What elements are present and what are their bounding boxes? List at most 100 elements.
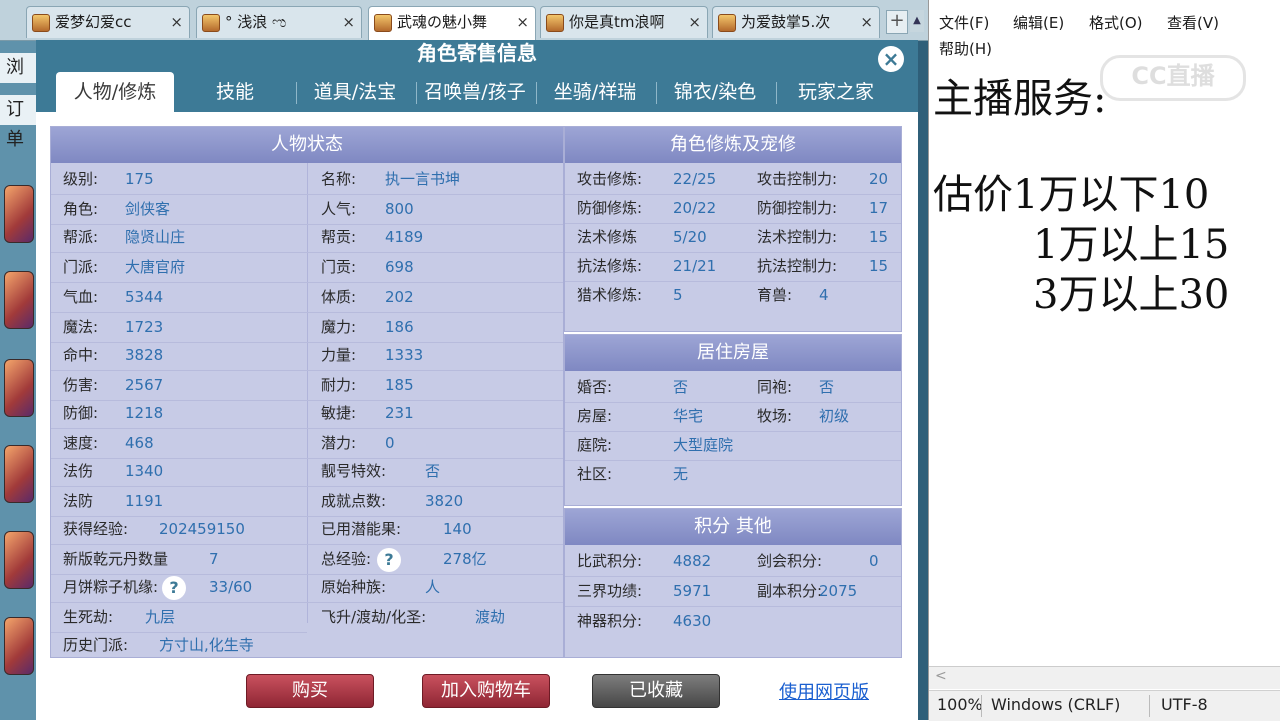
row-divider xyxy=(51,252,307,253)
tab-player-home[interactable]: 玩家之家 xyxy=(774,72,898,112)
row-divider xyxy=(565,576,901,577)
browser-tab-4[interactable]: 为爱鼓掌5.次 × xyxy=(712,6,880,38)
notepad-window: 文件(F) 编辑(E) 格式(O) 查看(V) 帮助(H) 主播服务: 估价1万… xyxy=(928,0,1280,721)
add-to-cart-button[interactable]: 加入购物车 xyxy=(422,674,550,708)
stat-value: 4630 xyxy=(673,612,712,630)
status-label: 生死劫: xyxy=(63,608,114,626)
tab-pets-children[interactable]: 召唤兽/孩子 xyxy=(416,72,534,112)
status-row-left: 魔法: 1723 xyxy=(63,315,163,339)
new-tab-button[interactable]: + xyxy=(886,10,908,34)
stat-label: 法术控制力: xyxy=(757,228,838,246)
character-avatar-icon xyxy=(374,14,392,32)
tab-mounts[interactable]: 坐骑/祥瑞 xyxy=(536,72,654,112)
status-row-right: 力量: 1333 xyxy=(321,343,423,367)
status-value: 3828 xyxy=(125,346,164,364)
row-divider xyxy=(307,312,563,313)
tab-character-cultivation[interactable]: 人物/修炼 xyxy=(56,72,174,112)
row-divider xyxy=(307,282,563,283)
tab-outfits[interactable]: 锦衣/染色 xyxy=(656,72,774,112)
scroll-left-icon[interactable]: < xyxy=(935,668,947,684)
status-row-right: 飞升/渡劫/化圣: 渡劫 xyxy=(321,605,505,629)
menu-view[interactable]: 查看(V) xyxy=(1167,12,1219,33)
status-value: 33/60 xyxy=(209,578,253,596)
section-header: 角色修炼及宠修 xyxy=(565,127,901,163)
menu-file[interactable]: 文件(F) xyxy=(939,12,989,33)
close-icon[interactable]: × xyxy=(878,46,904,72)
status-divider xyxy=(1149,695,1150,717)
status-row-left: 法伤 1340 xyxy=(63,459,163,483)
dialog-content: 人物状态 级别: 175 角色: 剑侠客 帮派: 隐贤山庄 门派: 大唐官府 气血: 5344 魔法… xyxy=(36,112,918,660)
status-value: 1218 xyxy=(125,404,164,422)
status-value: 人 xyxy=(425,578,441,596)
stat-value: 否 xyxy=(673,378,689,396)
status-label: 法防 xyxy=(63,492,94,510)
stat-row: 社区: 无 xyxy=(577,462,688,486)
stat-value: 15 xyxy=(869,228,889,246)
status-value: 九层 xyxy=(145,608,176,626)
role-sale-info-dialog: 角色寄售信息 × 人物/修炼 技能 道具/法宝 召唤兽/孩子 坐骑/祥瑞 锦衣/… xyxy=(36,40,918,720)
close-icon[interactable]: × xyxy=(516,7,529,37)
horizontal-scrollbar[interactable]: < xyxy=(929,666,1280,689)
section-header: 居住房屋 xyxy=(565,335,901,371)
status-label: 历史门派: xyxy=(63,636,129,654)
close-icon[interactable]: × xyxy=(342,7,355,37)
row-divider xyxy=(51,428,307,429)
status-row-left: 生死劫: 九层 xyxy=(63,605,175,629)
menu-format[interactable]: 格式(O) xyxy=(1089,12,1143,33)
stream-watermark-logo: CC直播 xyxy=(1100,55,1246,101)
stat-label: 防御控制力: xyxy=(757,199,838,217)
character-avatar-icon xyxy=(202,14,220,32)
stat-label: 抗法控制力: xyxy=(757,257,838,275)
help-icon[interactable]: ? xyxy=(377,547,402,572)
row-divider xyxy=(307,428,563,429)
use-web-version-link[interactable]: 使用网页版 xyxy=(779,678,869,704)
stat-value: 4882 xyxy=(673,552,712,570)
status-value: 175 xyxy=(125,170,154,188)
notepad-editor[interactable]: 主播服务: 估价1万以下10 1万以上15 3万以上30 xyxy=(929,62,1280,662)
help-icon[interactable]: ? xyxy=(162,575,187,600)
buy-button[interactable]: 购买 xyxy=(246,674,374,708)
row-divider xyxy=(307,544,563,545)
close-icon[interactable]: × xyxy=(170,7,183,37)
stat-value: 无 xyxy=(673,465,689,483)
row-divider xyxy=(565,194,901,195)
status-label: 名称: xyxy=(321,170,357,188)
status-row-right: 成就点数: 3820 xyxy=(321,489,463,513)
row-divider xyxy=(565,252,901,253)
status-value: 7 xyxy=(209,550,219,568)
status-value: 3820 xyxy=(425,492,464,510)
stat-row: 牧场: 初级 xyxy=(757,404,849,428)
stat-label: 比武积分: xyxy=(577,552,643,570)
stat-row: 比武积分: 4882 xyxy=(577,549,711,573)
status-value: 1191 xyxy=(125,492,164,510)
status-label: 帮贡: xyxy=(321,228,357,246)
status-row-left: 级别: 175 xyxy=(63,167,154,191)
close-icon[interactable]: × xyxy=(688,7,701,37)
status-row-left: 速度: 468 xyxy=(63,431,154,455)
status-label: 门派: xyxy=(63,258,99,276)
browser-tab-3[interactable]: 你是真tm浪啊 × xyxy=(540,6,708,38)
close-icon[interactable]: × xyxy=(860,7,873,37)
stat-row: 猎术修炼: 5 xyxy=(577,283,683,307)
collected-button[interactable]: 已收藏 xyxy=(592,674,720,708)
stat-value: 15 xyxy=(869,257,889,275)
browser-tab-0[interactable]: 爱梦幻爱cc × xyxy=(26,6,190,38)
stat-value: 0 xyxy=(869,552,879,570)
tab-skills[interactable]: 技能 xyxy=(176,72,294,112)
menu-help[interactable]: 帮助(H) xyxy=(939,38,992,59)
status-value: 方寸山,化生寺 xyxy=(159,636,254,654)
stat-row: 防御控制力: 17 xyxy=(757,196,888,220)
tab-items-treasures[interactable]: 道具/法宝 xyxy=(296,72,414,112)
browser-tab-2-active[interactable]: 武魂の魅小舞 × xyxy=(368,6,536,40)
status-row-left: 获得经验: 202459150 xyxy=(63,517,245,541)
tab-scroll-icon[interactable]: ▲ xyxy=(910,10,924,32)
status-value: 1333 xyxy=(385,346,424,364)
stat-row: 婚否: 否 xyxy=(577,375,688,399)
menu-edit[interactable]: 编辑(E) xyxy=(1013,12,1064,33)
stat-value: 华宅 xyxy=(673,407,704,425)
status-row-right: 魔力: 186 xyxy=(321,315,414,339)
dialog-footer: 购买 加入购物车 已收藏 使用网页版 xyxy=(36,660,918,720)
browser-tab-1[interactable]: ° 浅浪 ಌ × xyxy=(196,6,362,38)
status-row-right: 体质: 202 xyxy=(321,285,414,309)
character-avatar-icon xyxy=(32,14,50,32)
